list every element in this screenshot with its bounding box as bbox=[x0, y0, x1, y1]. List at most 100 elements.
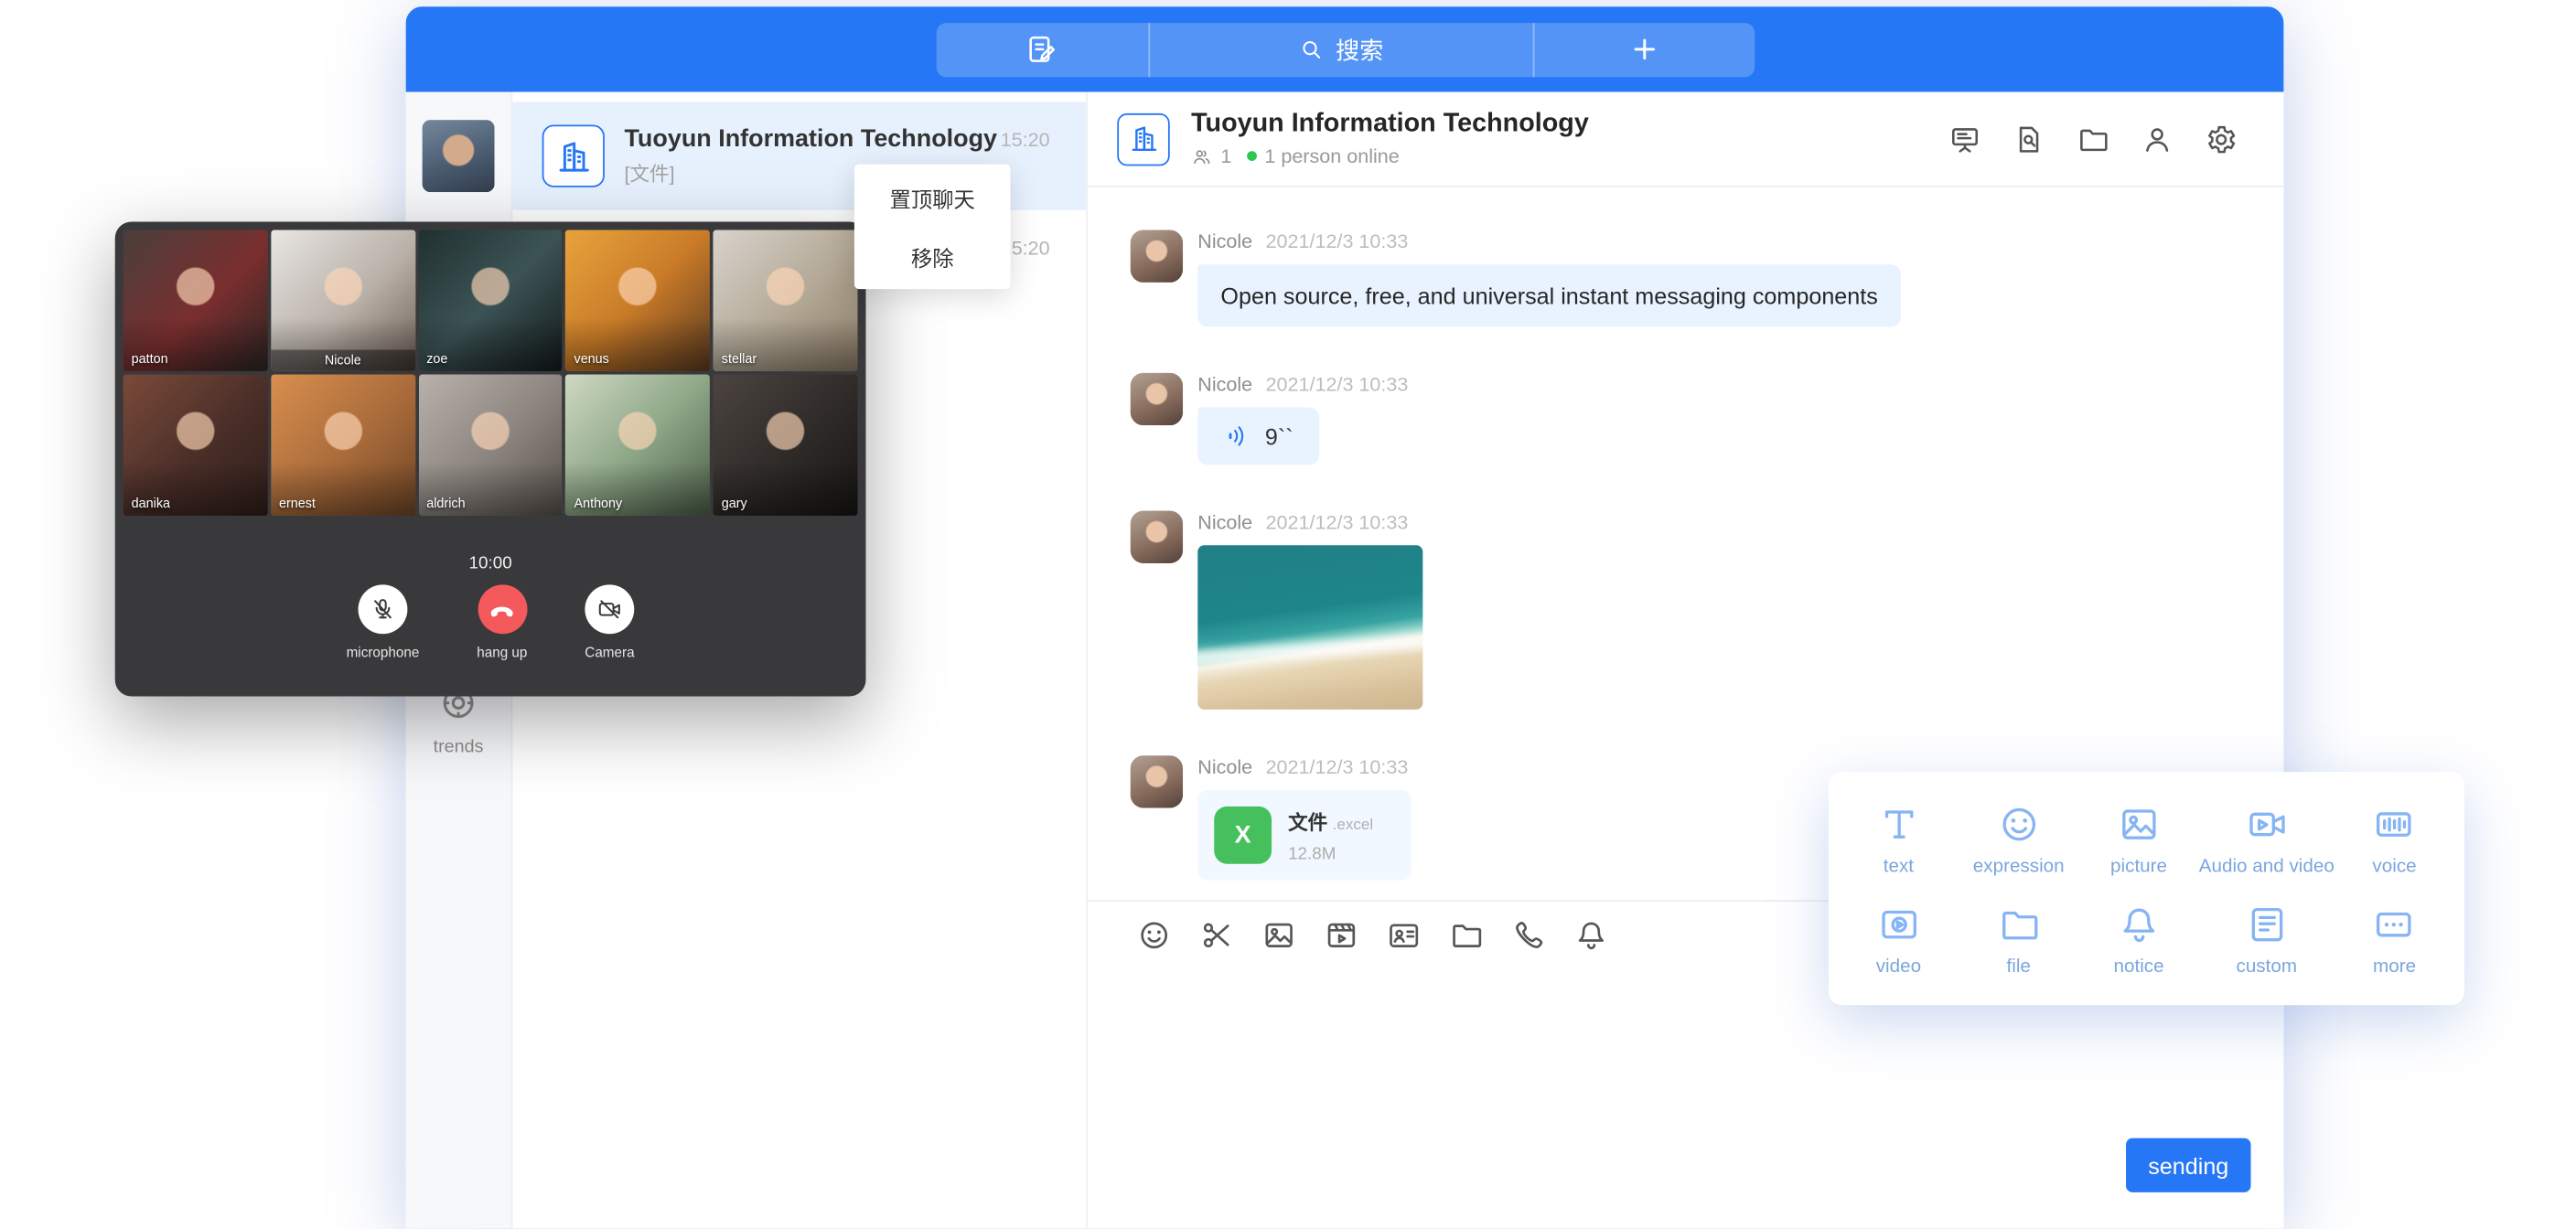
sender-avatar[interactable] bbox=[1131, 373, 1183, 425]
participant-name: stellar bbox=[722, 351, 757, 366]
bell-icon bbox=[1574, 918, 1609, 953]
hangup-button[interactable] bbox=[478, 584, 527, 634]
contact-card-button[interactable] bbox=[1387, 918, 1422, 953]
file-message[interactable]: X 文件.excel 12.8M bbox=[1197, 790, 1411, 881]
voice-message-bubble[interactable]: 9`` bbox=[1197, 407, 1319, 465]
message: Nicole 2021/12/3 10:33 9`` bbox=[1131, 373, 2245, 465]
file-info: 文件.excel 12.8M bbox=[1288, 807, 1373, 863]
building-icon bbox=[1128, 123, 1159, 155]
video-call-window: patton Nicole zoe venus stellar danika e… bbox=[115, 221, 866, 696]
camera-button[interactable] bbox=[585, 584, 634, 634]
send-button[interactable]: sending bbox=[2126, 1138, 2250, 1192]
feature-more[interactable]: more bbox=[2334, 895, 2454, 986]
conversation-title: Tuoyun Information Technology bbox=[624, 124, 997, 153]
desktop: 搜索 trends bbox=[0, 0, 2576, 1228]
file-search-icon bbox=[2012, 123, 2045, 155]
message-body: Nicole 2021/12/3 10:33 bbox=[1197, 511, 1422, 710]
folder-icon bbox=[1449, 918, 1484, 953]
more-icon bbox=[2373, 903, 2416, 946]
text-message-bubble[interactable]: Open source, free, and universal instant… bbox=[1197, 264, 1901, 326]
chat-title: Tuoyun Information Technology bbox=[1191, 110, 1948, 139]
sender-avatar[interactable] bbox=[1131, 755, 1183, 807]
image-message[interactable] bbox=[1197, 545, 1422, 710]
image-button[interactable] bbox=[1261, 918, 1296, 953]
feature-picture[interactable]: picture bbox=[2078, 795, 2198, 885]
feature-voice[interactable]: voice bbox=[2334, 795, 2454, 885]
call-participant: ernest bbox=[271, 374, 415, 515]
hangup-label: hang up bbox=[477, 644, 527, 660]
call-participant: Anthony bbox=[566, 374, 711, 515]
message-time: 2021/12/3 10:33 bbox=[1266, 373, 1409, 396]
picture-icon bbox=[2118, 803, 2161, 846]
camera-toggle[interactable]: Camera bbox=[585, 584, 634, 660]
message-time: 2021/12/3 10:33 bbox=[1266, 511, 1409, 534]
plus-icon bbox=[1627, 33, 1660, 66]
feature-custom[interactable]: custom bbox=[2199, 895, 2334, 986]
sender-avatar[interactable] bbox=[1131, 230, 1183, 282]
feature-label: notice bbox=[2113, 957, 2163, 978]
file-title: 文件 bbox=[1288, 810, 1327, 833]
emoji-button[interactable] bbox=[1137, 918, 1172, 953]
gear-icon bbox=[2205, 123, 2238, 155]
microphone-button[interactable] bbox=[359, 584, 408, 634]
building-icon bbox=[554, 137, 592, 175]
feature-video[interactable]: video bbox=[1839, 895, 1959, 986]
notice-button[interactable] bbox=[1574, 918, 1609, 953]
message-time: 2021/12/3 10:33 bbox=[1266, 755, 1409, 778]
message-meta: Nicole 2021/12/3 10:33 bbox=[1197, 511, 1422, 534]
members-button[interactable] bbox=[2141, 123, 2174, 155]
call-participant: zoe bbox=[418, 230, 563, 370]
feature-expression[interactable]: expression bbox=[1959, 795, 2078, 885]
feature-label: expression bbox=[1973, 858, 2065, 878]
announcement-button[interactable] bbox=[1948, 123, 1981, 155]
excel-file-icon: X bbox=[1214, 807, 1272, 864]
chat-header: Tuoyun Information Technology 1 1 person… bbox=[1088, 92, 2283, 187]
person-icon bbox=[2141, 123, 2174, 155]
ocean-photo-thumbnail bbox=[1197, 545, 1422, 710]
audio-video-icon bbox=[2245, 803, 2288, 846]
files-button[interactable] bbox=[2077, 123, 2109, 155]
feature-label: text bbox=[1884, 858, 1914, 878]
voice-duration: 9`` bbox=[1265, 422, 1293, 449]
sender-name: Nicole bbox=[1197, 230, 1252, 252]
add-button[interactable] bbox=[1534, 22, 1755, 76]
movie-icon bbox=[1325, 918, 1359, 953]
screenshot-button[interactable] bbox=[1199, 918, 1234, 953]
menu-item-remove[interactable]: 移除 bbox=[854, 227, 1011, 286]
voice-wave-icon bbox=[1224, 422, 1252, 451]
microphone-toggle[interactable]: microphone bbox=[347, 584, 420, 660]
feature-label: picture bbox=[2110, 858, 2167, 878]
sender-name: Nicole bbox=[1197, 511, 1252, 534]
search-label: 搜索 bbox=[1336, 32, 1383, 67]
member-count: 1 bbox=[1220, 144, 1231, 167]
video-button[interactable] bbox=[1325, 918, 1359, 953]
search-history-button[interactable] bbox=[2012, 123, 2045, 155]
message-body: Nicole 2021/12/3 10:33 9`` bbox=[1197, 373, 1408, 465]
notes-button[interactable] bbox=[936, 22, 1148, 76]
sender-avatar[interactable] bbox=[1131, 511, 1183, 563]
hangup-control[interactable]: hang up bbox=[477, 584, 527, 660]
search-box[interactable]: 搜索 bbox=[1148, 22, 1534, 76]
notice-icon bbox=[2118, 903, 2161, 946]
message-input-area[interactable]: sending bbox=[1088, 969, 2283, 1229]
settings-button[interactable] bbox=[2205, 123, 2238, 155]
feature-file[interactable]: file bbox=[1959, 895, 2078, 986]
microphone-label: microphone bbox=[347, 644, 420, 660]
feature-audio-video[interactable]: Audio and video bbox=[2199, 795, 2334, 885]
feature-notice[interactable]: notice bbox=[2078, 895, 2198, 986]
call-button[interactable] bbox=[1511, 918, 1546, 953]
feature-label: file bbox=[2007, 957, 2031, 978]
custom-icon bbox=[2245, 903, 2288, 946]
note-edit-icon bbox=[1025, 33, 1058, 66]
feature-text[interactable]: text bbox=[1839, 795, 1959, 885]
feature-label: Audio and video bbox=[2199, 858, 2334, 878]
call-controls: microphone hang up Camera bbox=[115, 584, 866, 660]
user-avatar[interactable] bbox=[423, 120, 495, 192]
call-participant: aldrich bbox=[418, 374, 563, 515]
chat-status-row: 1 1 person online bbox=[1191, 144, 1948, 167]
call-participant: stellar bbox=[714, 230, 858, 370]
file-button[interactable] bbox=[1449, 918, 1484, 953]
message: Nicole 2021/12/3 10:33 bbox=[1131, 511, 2245, 710]
menu-item-pin-chat[interactable]: 置顶聊天 bbox=[854, 167, 1011, 227]
feature-label: voice bbox=[2372, 858, 2416, 878]
